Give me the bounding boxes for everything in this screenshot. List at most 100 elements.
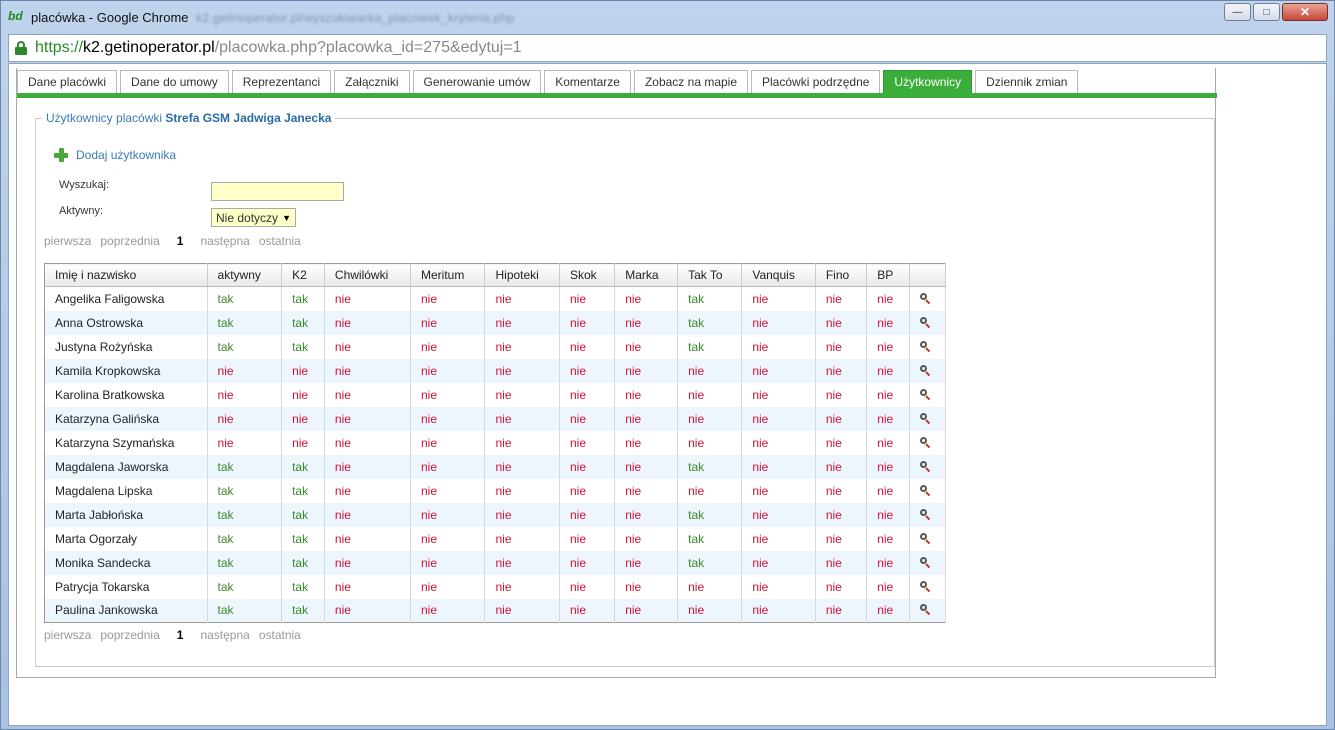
tab-3[interactable]: Załączniki bbox=[334, 70, 410, 93]
active-select[interactable]: Nie dotyczy ▼ bbox=[211, 208, 296, 227]
status-cell: nie bbox=[866, 358, 911, 383]
status-cell: nie bbox=[559, 382, 616, 407]
magnifier-icon[interactable] bbox=[920, 436, 931, 448]
status-cell: nie bbox=[559, 526, 616, 551]
users-fieldset: Użytkownicy placówki Strefa GSM Jadwiga … bbox=[35, 111, 1215, 667]
status-cell: nie bbox=[410, 598, 486, 623]
status-cell: nie bbox=[324, 550, 411, 575]
magnifier-icon[interactable] bbox=[920, 388, 931, 400]
column-header: Chwilówki bbox=[324, 263, 411, 287]
status-cell: nie bbox=[484, 478, 560, 503]
add-user-label: Dodaj użytkownika bbox=[76, 148, 177, 162]
status-cell: nie bbox=[484, 502, 560, 527]
status-cell: tak bbox=[281, 310, 325, 335]
status-cell: nie bbox=[410, 526, 486, 551]
magnifier-icon[interactable] bbox=[920, 508, 931, 520]
status-cell: nie bbox=[410, 502, 486, 527]
magnifier-icon[interactable] bbox=[920, 556, 931, 568]
pager-top: pierwsza poprzednia 1 następna ostatnia bbox=[44, 234, 301, 248]
status-cell: nie bbox=[614, 358, 679, 383]
magnifier-icon[interactable] bbox=[920, 484, 931, 496]
add-user-button[interactable]: Dodaj użytkownika bbox=[54, 148, 176, 162]
pager-next[interactable]: następna bbox=[200, 628, 249, 642]
user-name-cell: Magdalena Lipska bbox=[44, 478, 208, 503]
column-header: Meritum bbox=[410, 263, 486, 287]
status-cell: tak bbox=[207, 574, 283, 599]
magnifier-icon[interactable] bbox=[920, 316, 931, 328]
magnifier-icon[interactable] bbox=[920, 340, 931, 352]
status-cell: nie bbox=[677, 406, 743, 431]
status-cell: tak bbox=[677, 286, 743, 311]
url-text[interactable]: https://k2.getinoperator.pl/placowka.php… bbox=[35, 39, 522, 57]
table-row: Anna Ostrowska tak tak nie nie nie nie nie tak ni… bbox=[44, 310, 946, 335]
status-cell: nie bbox=[410, 382, 486, 407]
magnifier-icon[interactable] bbox=[920, 532, 931, 544]
tab-7[interactable]: Placówki podrzędne bbox=[751, 70, 881, 93]
pager-bottom: pierwsza poprzednia 1 następna ostatnia bbox=[44, 628, 301, 642]
user-name-cell: Marta Ogorzały bbox=[44, 526, 208, 551]
address-bar[interactable]: https://k2.getinoperator.pl/placowka.php… bbox=[8, 34, 1327, 62]
magnifier-icon[interactable] bbox=[920, 292, 931, 304]
tab-4[interactable]: Generowanie umów bbox=[412, 70, 542, 93]
tab-6[interactable]: Zobacz na mapie bbox=[633, 70, 749, 93]
magnifier-icon[interactable] bbox=[920, 604, 931, 616]
table-row: Marta Jabłońska tak tak nie nie nie nie nie tak n… bbox=[44, 502, 946, 527]
status-cell: nie bbox=[741, 430, 816, 455]
tab-8[interactable]: Użytkownicy bbox=[883, 70, 973, 93]
pager-last[interactable]: ostatnia bbox=[259, 628, 301, 642]
pager-first[interactable]: pierwsza bbox=[44, 628, 91, 642]
magnifier-icon[interactable] bbox=[920, 580, 931, 592]
pager-next[interactable]: następna bbox=[200, 234, 249, 248]
tab-2[interactable]: Reprezentanci bbox=[231, 70, 332, 93]
status-cell: nie bbox=[324, 574, 411, 599]
pager-prev[interactable]: poprzednia bbox=[100, 628, 159, 642]
pager-last[interactable]: ostatnia bbox=[259, 234, 301, 248]
status-cell: nie bbox=[866, 502, 911, 527]
status-cell: nie bbox=[741, 526, 816, 551]
tab-0[interactable]: Dane placówki bbox=[17, 70, 118, 93]
status-cell: nie bbox=[866, 454, 911, 479]
search-input[interactable] bbox=[211, 182, 344, 201]
status-cell: nie bbox=[484, 406, 560, 431]
tab-5[interactable]: Komentarze bbox=[544, 70, 631, 93]
status-cell: nie bbox=[815, 310, 868, 335]
status-cell: nie bbox=[484, 550, 560, 575]
status-cell: tak bbox=[207, 478, 283, 503]
table-row: Angelika Faligowska tak tak nie nie nie nie nie… bbox=[44, 286, 946, 311]
status-cell: nie bbox=[324, 598, 411, 623]
close-button[interactable]: ✕ bbox=[1282, 3, 1328, 21]
status-cell: nie bbox=[410, 358, 486, 383]
status-cell: nie bbox=[324, 382, 411, 407]
magnifier-icon[interactable] bbox=[920, 460, 931, 472]
maximize-button[interactable]: □ bbox=[1253, 3, 1280, 21]
row-action-cell bbox=[909, 430, 946, 455]
minimize-button[interactable]: — bbox=[1224, 3, 1251, 21]
status-cell: nie bbox=[614, 502, 679, 527]
pager-prev[interactable]: poprzednia bbox=[100, 234, 159, 248]
legend-prefix: Użytkownicy placówki bbox=[46, 111, 166, 125]
pager-first[interactable]: pierwsza bbox=[44, 234, 91, 248]
user-name-cell: Magdalena Jaworska bbox=[44, 454, 208, 479]
column-header: Vanquis bbox=[741, 263, 816, 287]
url-path: /placowka.php?placowka_id=275&edytuj=1 bbox=[214, 39, 522, 56]
row-action-cell bbox=[909, 478, 946, 503]
status-cell: nie bbox=[410, 334, 486, 359]
active-select-value: Nie dotyczy bbox=[216, 210, 279, 225]
status-cell: nie bbox=[614, 310, 679, 335]
table-row: Katarzyna Szymańska nie nie nie nie nie nie nie… bbox=[44, 430, 946, 455]
status-cell: nie bbox=[559, 406, 616, 431]
magnifier-icon[interactable] bbox=[920, 412, 931, 424]
status-cell: tak bbox=[281, 574, 325, 599]
tab-1[interactable]: Dane do umowy bbox=[120, 70, 229, 93]
status-cell: nie bbox=[324, 358, 411, 383]
table-row: Patrycja Tokarska tak tak nie nie nie nie nie ni… bbox=[44, 574, 946, 599]
magnifier-icon[interactable] bbox=[920, 364, 931, 376]
status-cell: nie bbox=[815, 358, 868, 383]
status-cell: nie bbox=[815, 478, 868, 503]
status-cell: tak bbox=[207, 310, 283, 335]
column-header: Tak To bbox=[677, 263, 743, 287]
status-cell: tak bbox=[677, 454, 743, 479]
tab-9[interactable]: Dziennik zmian bbox=[975, 70, 1079, 93]
status-cell: nie bbox=[410, 574, 486, 599]
window-title: placówka - Google Chrome bbox=[31, 10, 189, 25]
